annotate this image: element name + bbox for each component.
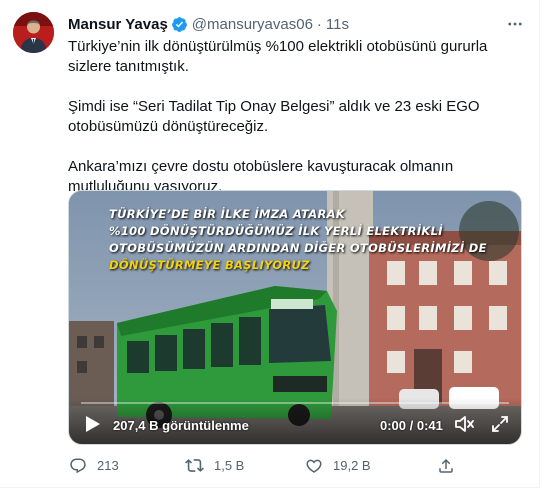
progress-bar[interactable] [81,402,509,404]
caption-line: TÜRKİYE’DE BİR İLKE İMZA ATARAK [109,207,346,221]
view-count: 207,4 B görüntülenme [113,418,249,433]
author-name[interactable]: Mansur Yavaş [68,16,168,33]
volume-icon[interactable] [453,413,477,435]
video-duration: 0:00 / 0:41 [380,418,443,433]
tweet-time[interactable]: 11s [326,16,349,33]
tweet-paragraph: Türkiye’nin ilk dönüştürülmüş %100 elekt… [68,38,488,75]
caption-line: %100 DÖNÜŞTÜRDÜĞÜMÜZ İLK YERLİ ELEKTRİKL… [109,224,443,238]
tweet-header: Mansur Yavaş @mansuryavas06 · 11s [68,14,349,34]
retweet-count: 1,5 B [214,458,245,473]
video-caption: TÜRKİYE’DE BİR İLKE İMZA ATARAK %100 DÖN… [109,206,487,274]
verified-badge-icon [171,16,188,33]
tweet-card[interactable]: Mansur Yavaş @mansuryavas06 · 11s Türkiy… [0,0,540,488]
reply-button[interactable]: 213 [68,456,119,475]
retweet-icon [185,456,204,475]
caption-line: OTOBÜSÜMÜZÜN ARDINDAN DİĞER OTOBÜSLERİMİ… [109,241,487,255]
play-icon[interactable] [83,414,103,434]
separator-dot: · [316,15,322,33]
retweet-button[interactable]: 1,5 B [185,456,244,475]
reply-count: 213 [97,458,119,473]
heart-icon [304,456,323,475]
share-icon [436,456,455,475]
video-player[interactable]: TÜRKİYE’DE BİR İLKE İMZA ATARAK %100 DÖN… [68,190,522,445]
author-handle[interactable]: @mansuryavas06 [192,16,313,33]
avatar[interactable] [13,12,54,53]
video-controls: 207,4 B görüntülenme 0:00 / 0:41 [69,398,521,444]
tweet-actions: 213 1,5 B 19,2 B [68,456,468,478]
share-button[interactable] [436,456,465,475]
like-count: 19,2 B [333,458,371,473]
reply-icon [68,456,87,475]
tweet-paragraph: Şimdi ise “Seri Tadilat Tip Onay Belgesi… [68,98,480,135]
like-button[interactable]: 19,2 B [304,456,371,475]
more-options-icon[interactable] [505,14,525,34]
caption-line-highlight: DÖNÜŞTÜRMEYE BAŞLIYORUZ [109,258,310,272]
fullscreen-icon[interactable] [489,413,511,435]
